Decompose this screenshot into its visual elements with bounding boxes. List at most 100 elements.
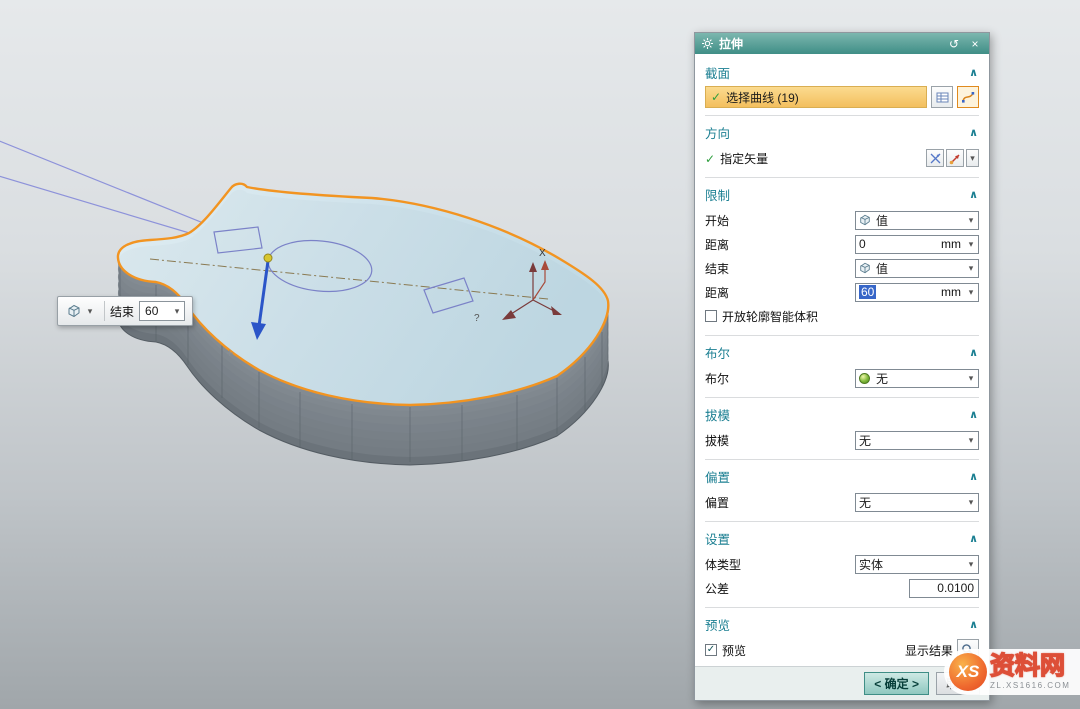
dropdown-arrow-icon: ▾ — [964, 373, 978, 384]
start-distance-unit: mm — [941, 237, 964, 251]
boolean-label: 布尔 — [705, 370, 729, 387]
section-group: 截面 ∧ ✓ 选择曲线 (19) — [705, 56, 979, 116]
chevron-up-icon[interactable]: ∧ — [969, 346, 978, 359]
chevron-up-icon[interactable]: ∧ — [969, 470, 978, 483]
gear-icon — [701, 37, 714, 50]
boolean-dropdown[interactable]: 无 ▾ — [855, 369, 979, 388]
close-icon[interactable]: × — [967, 37, 983, 51]
tolerance-label: 公差 — [705, 580, 729, 597]
dialog-title: 拉伸 — [719, 35, 743, 52]
tolerance-value[interactable]: 0.0100 — [937, 581, 974, 595]
watermark-brand: 资料网 — [990, 654, 1070, 679]
draft-value: 无 — [856, 432, 964, 449]
start-distance-label: 距离 — [705, 236, 729, 253]
site-watermark: XS 资料网 ZL.XS1616.COM — [944, 649, 1080, 695]
onscreen-input-mini-toolbar: ▾ 结束 60 ▾ — [57, 296, 193, 326]
open-profile-checkbox[interactable] — [705, 310, 717, 322]
check-icon: ✓ — [705, 152, 715, 166]
limits-header: 限制 — [705, 185, 730, 204]
offset-label: 偏置 — [705, 494, 729, 511]
mini-end-distance-value[interactable]: 60 — [140, 304, 170, 318]
chevron-up-icon[interactable]: ∧ — [969, 618, 978, 631]
body-type-value: 实体 — [856, 556, 964, 573]
cube-icon — [856, 262, 873, 274]
toolbar-divider — [104, 301, 105, 321]
chevron-up-icon[interactable]: ∧ — [969, 408, 978, 421]
cube-icon — [67, 304, 81, 318]
extrude-dialog: 拉伸 ↺ × 截面 ∧ ✓ 选择曲线 (19) — [694, 32, 990, 701]
axis-x-label: X — [539, 248, 546, 259]
chevron-up-icon[interactable]: ∧ — [969, 126, 978, 139]
dropdown-arrow-icon[interactable]: ▾ — [964, 239, 978, 250]
sketch-section-button[interactable] — [957, 86, 979, 108]
dropdown-arrow-icon: ▾ — [964, 215, 978, 226]
start-label: 开始 — [705, 212, 729, 229]
boolean-value: 无 — [873, 370, 964, 387]
specify-vector-row: ✓ 指定矢量 — [705, 150, 768, 167]
offset-group: 偏置 ∧ 偏置 无 ▾ — [705, 460, 979, 522]
curve-rule-button[interactable] — [931, 86, 953, 108]
reset-icon[interactable]: ↺ — [946, 37, 962, 51]
select-curve-row[interactable]: ✓ 选择曲线 (19) — [705, 86, 927, 108]
boolean-header: 布尔 — [705, 343, 730, 362]
end-distance-label: 距离 — [705, 284, 729, 301]
section-header: 截面 — [705, 63, 730, 82]
specify-vector-label: 指定矢量 — [720, 152, 768, 166]
chevron-up-icon[interactable]: ∧ — [969, 532, 978, 545]
check-icon: ✓ — [711, 90, 721, 104]
watermark-logo: XS — [949, 653, 987, 691]
curve-icon — [961, 90, 975, 104]
draft-dropdown[interactable]: 无 ▾ — [855, 431, 979, 450]
boolean-none-icon — [856, 373, 873, 384]
dropdown-arrow-icon: ▾ — [964, 435, 978, 446]
open-profile-label: 开放轮廓智能体积 — [722, 308, 818, 325]
dialog-titlebar[interactable]: 拉伸 ↺ × — [695, 33, 989, 54]
vector-options-dropdown[interactable]: ▾ — [966, 149, 979, 167]
inferred-vector-button[interactable] — [926, 149, 944, 167]
cube-icon — [856, 214, 873, 226]
end-label: 结束 — [705, 260, 729, 277]
mini-end-label: 结束 — [110, 303, 134, 320]
limit-type-dropdown-button[interactable]: ▾ — [65, 303, 99, 319]
dropdown-arrow-icon: ▾ — [964, 559, 978, 570]
settings-group: 设置 ∧ 体类型 实体 ▾ 公差 0.0100 — [705, 522, 979, 608]
preview-checkbox[interactable]: ✓ — [705, 644, 717, 656]
draft-group: 拔模 ∧ 拔模 无 ▾ — [705, 398, 979, 460]
direction-header: 方向 — [705, 123, 730, 142]
dropdown-arrow-icon: ▾ — [83, 306, 97, 317]
dropdown-arrow-icon: ▾ — [967, 153, 978, 164]
tolerance-input[interactable]: 0.0100 — [909, 579, 979, 598]
vector-dialog-button[interactable] — [946, 149, 964, 167]
select-curve-label: 选择曲线 (19) — [726, 89, 799, 106]
offset-dropdown[interactable]: 无 ▾ — [855, 493, 979, 512]
end-distance-input[interactable]: 60 mm ▾ — [855, 283, 979, 302]
draft-label: 拔模 — [705, 432, 729, 449]
end-limit-dropdown[interactable]: 值 ▾ — [855, 259, 979, 278]
end-distance-unit: mm — [941, 285, 964, 299]
preview-group: 预览 ∧ ✓ 预览 显示结果 — [705, 608, 979, 666]
dropdown-arrow-icon[interactable]: ▾ — [170, 306, 184, 317]
boolean-group: 布尔 ∧ 布尔 无 ▾ — [705, 336, 979, 398]
preview-label: 预览 — [722, 642, 746, 659]
start-distance-input[interactable]: 0 mm ▾ — [855, 235, 979, 254]
dropdown-arrow-icon[interactable]: ▾ — [964, 287, 978, 298]
vector-arrow-icon — [949, 152, 962, 165]
mini-end-distance-input[interactable]: 60 ▾ — [139, 301, 185, 321]
vector-origin-point[interactable] — [264, 254, 272, 262]
limits-group: 限制 ∧ 开始 值 ▾ 距离 0 mm ▾ — [705, 178, 979, 336]
body-type-dropdown[interactable]: 实体 ▾ — [855, 555, 979, 574]
ok-button[interactable]: < 确定 > — [864, 672, 929, 695]
direction-group: 方向 ∧ ✓ 指定矢量 — [705, 116, 979, 178]
chevron-up-icon[interactable]: ∧ — [969, 66, 978, 79]
start-limit-dropdown[interactable]: 值 ▾ — [855, 211, 979, 230]
body-type-label: 体类型 — [705, 556, 741, 573]
dialog-body: 截面 ∧ ✓ 选择曲线 (19) — [695, 54, 989, 666]
chevron-up-icon[interactable]: ∧ — [969, 188, 978, 201]
start-distance-value[interactable]: 0 — [856, 237, 941, 251]
draft-header: 拔模 — [705, 405, 730, 424]
crossed-axes-icon — [929, 152, 942, 165]
preview-header: 预览 — [705, 615, 730, 634]
end-distance-value[interactable]: 60 — [859, 285, 876, 299]
show-result-label: 显示结果 — [905, 642, 953, 659]
offset-header: 偏置 — [705, 467, 730, 486]
